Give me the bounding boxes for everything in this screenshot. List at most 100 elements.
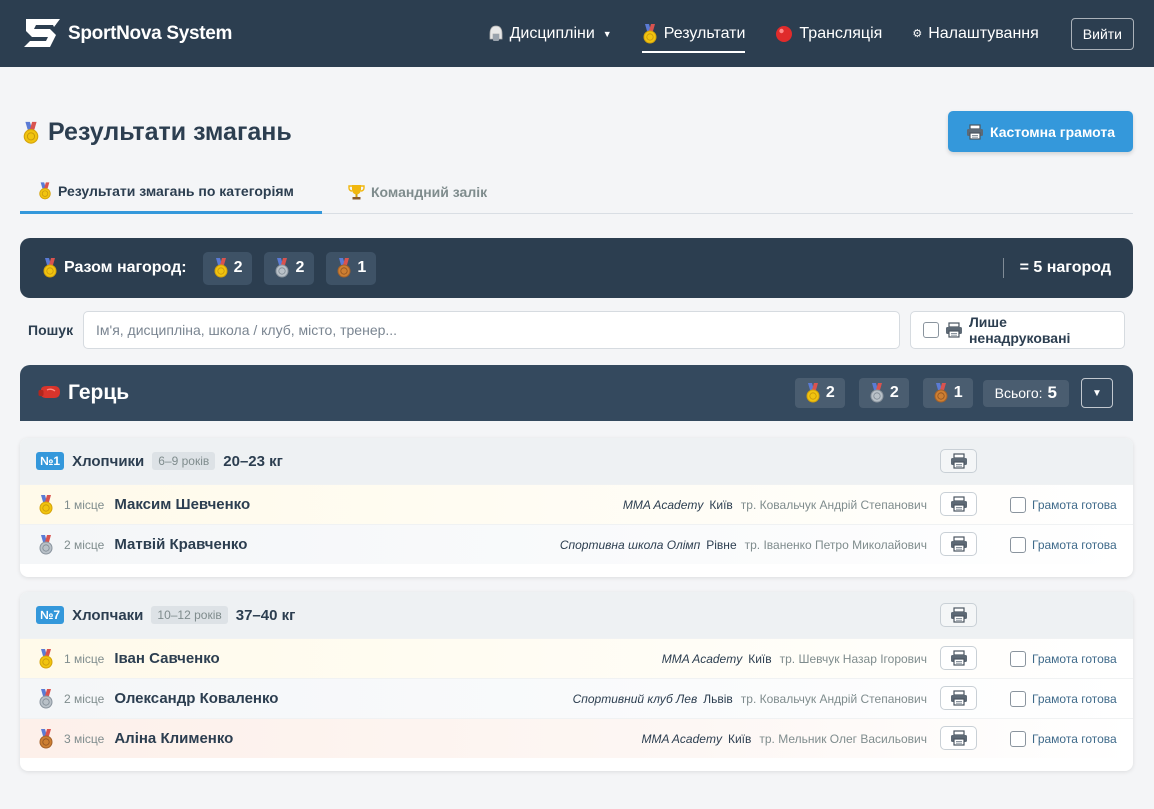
gold-count: 2: [233, 259, 243, 276]
awards-summary-text: Разом нагород:: [64, 259, 187, 276]
silver-medal-icon: [38, 535, 54, 555]
nav-disciplines-label: Дисципліни: [509, 24, 595, 42]
athlete-info: MMA Academy Київ тр. Ковальчук Андрій Ст…: [623, 485, 927, 525]
printer-icon: [950, 453, 968, 469]
custom-diploma-label: Кастомна грамота: [989, 123, 1115, 140]
silver-count: 2: [295, 259, 305, 276]
silver-medal-icon: [869, 383, 885, 403]
print-category-button[interactable]: [940, 449, 977, 473]
medal-icon: [22, 120, 40, 146]
tab-team-standings[interactable]: Командний залік: [330, 170, 505, 214]
school-name: MMA Academy: [641, 732, 722, 746]
printer-icon: [950, 536, 968, 552]
school-name: Спортивна школа Олімп: [559, 538, 701, 552]
awards-total-text: = 5 нагород: [1019, 259, 1111, 276]
discipline-title: Герць: [38, 381, 129, 405]
awards-summary-label: Разом нагород:: [42, 258, 187, 278]
coach-name: тр. Іваненко Петро Миколайович: [744, 538, 927, 552]
gold-count-badge: 2: [794, 378, 845, 408]
category-age-badge: 10–12 років: [151, 606, 228, 624]
diploma-ready-toggle[interactable]: Грамота готова: [1010, 679, 1117, 719]
category-number-badge: №7: [36, 606, 65, 624]
nav-settings-label: Налаштування: [928, 24, 1039, 42]
live-dot-icon: [776, 25, 793, 42]
athlete-info: Спортивна школа Олімп Рівне тр. Іваненко…: [560, 525, 927, 565]
silver-medal-icon: [38, 689, 54, 709]
search-row: Пошук Лише ненадруковані: [20, 311, 1133, 349]
diploma-ready-checkbox[interactable]: [1010, 537, 1026, 553]
place-label: 1 місце: [64, 497, 105, 512]
sportnova-logo-icon: [24, 18, 60, 47]
athlete-name: Максим Шевченко: [114, 496, 251, 513]
athlete-name: Матвій Кравченко: [114, 536, 248, 553]
logout-button[interactable]: Вийти: [1070, 17, 1134, 50]
diploma-ready-toggle[interactable]: Грамота готова: [1010, 485, 1117, 525]
category-age-badge: 6–9 років: [152, 452, 216, 470]
nav-disciplines[interactable]: Дисципліни ▼: [488, 17, 612, 51]
nav-broadcast[interactable]: Трансляція: [775, 17, 882, 51]
search-input[interactable]: [83, 311, 900, 349]
result-row: 2 місце Матвій Кравченко Спортивна школа…: [20, 524, 1133, 564]
helmet-icon: [489, 25, 502, 41]
nav-settings[interactable]: ⚙ Налаштування: [912, 17, 1038, 51]
city-name: Київ: [727, 732, 752, 746]
silver-count-badge: 2: [858, 378, 909, 408]
medal-icon: [642, 24, 658, 44]
category-card: №7 Хлопчаки 10–12 років 37–40 кг 1 місце…: [20, 592, 1133, 771]
printer-icon: [945, 322, 963, 338]
gear-icon: ⚙: [912, 28, 923, 40]
printer-icon: [950, 607, 968, 623]
diploma-ready-label: Грамота готова: [1032, 498, 1117, 512]
unprinted-only-filter[interactable]: Лише ненадруковані: [910, 311, 1125, 349]
place-label: 2 місце: [64, 537, 105, 552]
gold-count-badge: 2: [202, 251, 253, 285]
athlete-info: MMA Academy Київ тр. Мельник Олег Василь…: [641, 719, 927, 759]
print-diploma-button[interactable]: [940, 532, 977, 556]
boxing-glove-icon: [38, 386, 60, 398]
app-title: SportNova System: [68, 22, 233, 44]
app-logo[interactable]: SportNova System: [20, 15, 232, 53]
unprinted-only-checkbox[interactable]: [923, 322, 939, 338]
print-diploma-button[interactable]: [940, 646, 977, 670]
bronze-medal-icon: [933, 383, 949, 403]
tab-label: Командний залік: [371, 184, 488, 200]
athlete-info: Спортивний клуб Лев Львів тр. Ковальчук …: [573, 679, 927, 719]
diploma-ready-checkbox[interactable]: [1010, 651, 1026, 667]
diploma-ready-label: Грамота готова: [1032, 732, 1117, 746]
result-row: 2 місце Олександр Коваленко Спортивний к…: [20, 678, 1133, 718]
silver-medal-icon: [274, 258, 290, 278]
school-name: MMA Academy: [661, 652, 743, 666]
tab-results-by-category[interactable]: Результати змагань по категоріям: [20, 170, 322, 214]
diploma-ready-checkbox[interactable]: [1010, 731, 1026, 747]
tab-label: Результати змагань по категоріям: [58, 182, 294, 199]
diploma-ready-label: Грамота готова: [1032, 538, 1117, 552]
collapse-discipline-button[interactable]: ▼: [1081, 378, 1113, 408]
coach-name: тр. Мельник Олег Васильович: [759, 732, 927, 746]
custom-diploma-button[interactable]: Кастомна грамота: [947, 111, 1133, 152]
coach-name: тр. Шевчук Назар Ігорович: [779, 652, 927, 666]
city-name: Київ: [748, 652, 772, 666]
city-name: Львів: [703, 692, 733, 706]
print-diploma-button[interactable]: [940, 686, 977, 710]
awards-summary-bar: Разом нагород: 2 2 1 = 5 нагород: [20, 238, 1133, 298]
print-category-button[interactable]: [940, 603, 977, 627]
medal-icon: [38, 182, 52, 200]
print-diploma-button[interactable]: [940, 492, 977, 516]
diploma-ready-label: Грамота готова: [1032, 652, 1117, 666]
diploma-ready-checkbox[interactable]: [1010, 691, 1026, 707]
category-header: №1 Хлопчики 6–9 років 20–23 кг: [20, 438, 1133, 484]
discipline-name: Герць: [68, 381, 130, 404]
diploma-ready-toggle[interactable]: Грамота готова: [1010, 719, 1117, 759]
chevron-down-icon: ▼: [1092, 387, 1102, 399]
nav-results[interactable]: Результати: [641, 17, 745, 53]
awards-total: = 5 нагород: [1002, 238, 1111, 298]
category-card: №1 Хлопчики 6–9 років 20–23 кг 1 місце М…: [20, 438, 1133, 577]
diploma-ready-checkbox[interactable]: [1010, 497, 1026, 513]
gold-medal-icon: [38, 495, 54, 515]
category-weight: 37–40 кг: [235, 606, 296, 624]
discipline-total-badge: Всього: 5: [982, 379, 1069, 407]
diploma-ready-toggle[interactable]: Грамота готова: [1010, 525, 1117, 565]
diploma-ready-toggle[interactable]: Грамота готова: [1010, 639, 1117, 679]
print-diploma-button[interactable]: [940, 726, 977, 750]
athlete-name: Іван Савченко: [114, 650, 220, 667]
